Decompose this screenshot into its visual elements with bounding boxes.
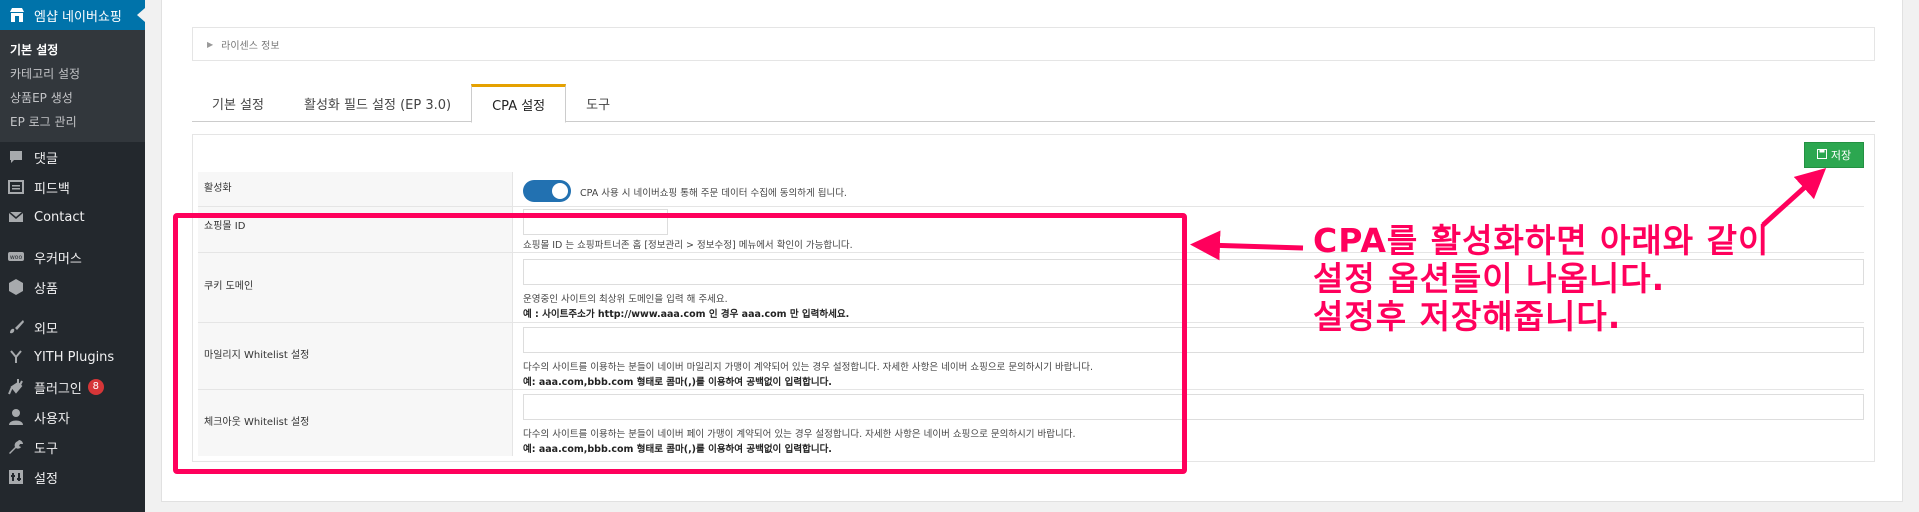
svg-text:woo: woo	[10, 254, 23, 261]
tab-cpa-settings[interactable]: CPA 설정	[471, 84, 567, 123]
activate-value: CPA 사용 시 네이버쇼핑 통해 주문 데이터 수집에 동의하게 됩니다.	[523, 172, 1864, 206]
tab-basic-settings[interactable]: 기본 설정	[192, 84, 284, 122]
brush-icon	[8, 319, 24, 335]
floppy-icon	[1816, 148, 1827, 162]
submenu-ep-log[interactable]: EP 로그 관리	[0, 110, 145, 134]
save-button[interactable]: 저장	[1804, 142, 1864, 168]
sidebar-header-label: 엠샵 네이버쇼핑	[34, 9, 122, 25]
plugin-icon	[8, 379, 24, 395]
sidebar-item-users[interactable]: 사용자	[0, 402, 145, 432]
sidebar-item-label: 외모	[34, 321, 58, 337]
sidebar-item-mshop-naver[interactable]: 엠샵 네이버쇼핑	[0, 0, 145, 30]
store-icon	[9, 8, 25, 22]
sidebar-item-tools[interactable]: 도구	[0, 432, 145, 462]
annotation-line-2: 설정 옵션들이 나옵니다.	[1313, 259, 1666, 298]
sidebar-item-label: 댓글	[34, 151, 58, 167]
user-icon	[8, 409, 24, 425]
tab-activation-fields[interactable]: 활성화 필드 설정 (EP 3.0)	[284, 84, 471, 122]
sidebar-item-label: 우커머스	[34, 251, 82, 267]
sidebar-item-label: 플러그인	[34, 381, 82, 397]
plugins-update-badge: 8	[87, 379, 104, 395]
sidebar-item-appearance[interactable]: 외모	[0, 312, 145, 342]
sidebar-item-products[interactable]: 상품	[0, 272, 145, 302]
sidebar-item-label: 상품	[34, 281, 58, 297]
settings-icon	[8, 469, 24, 485]
license-info-toggle[interactable]: ▶ 라이센스 정보	[192, 27, 1875, 61]
submenu-product-ep[interactable]: 상품EP 생성	[0, 86, 145, 110]
sidebar-item-label: YITH Plugins	[34, 349, 115, 365]
caret-right-icon: ▶	[207, 39, 214, 49]
sidebar-item-label: 설정	[34, 471, 58, 487]
feedback-icon	[8, 179, 24, 195]
wrench-icon	[8, 439, 24, 455]
woo-icon: woo	[8, 249, 24, 265]
submenu-basic-settings[interactable]: 기본 설정	[0, 38, 145, 62]
tab-tools[interactable]: 도구	[566, 84, 630, 122]
sidebar-item-label: Contact	[34, 209, 85, 225]
annotation-text: CPA를 활성화하면 아래와 같이 설정 옵션들이 나옵니다. 설정후 저장해줍…	[1313, 222, 1769, 336]
sidebar-item-label: 도구	[34, 441, 58, 457]
sidebar-item-yith[interactable]: YITH Plugins	[0, 342, 145, 372]
activate-description: CPA 사용 시 네이버쇼핑 통해 주문 데이터 수집에 동의하게 됩니다.	[580, 188, 847, 199]
sidebar-item-woocommerce[interactable]: woo 우커머스	[0, 242, 145, 272]
sidebar-item-comments[interactable]: 댓글	[0, 142, 145, 172]
submenu-category-settings[interactable]: 카테고리 설정	[0, 62, 145, 86]
sidebar-item-label: 피드백	[34, 181, 70, 197]
license-info-label: 라이센스 정보	[221, 40, 280, 52]
sidebar-item-settings[interactable]: 설정	[0, 462, 145, 492]
settings-tabs: 기본 설정 활성화 필드 설정 (EP 3.0) CPA 설정 도구	[192, 84, 1875, 123]
mail-icon	[8, 209, 24, 225]
sidebar-item-label: 사용자	[34, 411, 70, 427]
sidebar-item-plugins[interactable]: 플러그인 8	[0, 372, 145, 402]
sidebar-submenu: 기본 설정 카테고리 설정 상품EP 생성 EP 로그 관리	[0, 30, 145, 142]
annotation-line-3: 설정후 저장해줍니다.	[1313, 297, 1622, 336]
cpa-toggle[interactable]	[523, 180, 571, 202]
activate-label: 활성화	[198, 172, 513, 206]
yith-icon	[8, 349, 24, 365]
annotation-line-1: CPA를 활성화하면 아래와 같이	[1313, 221, 1770, 260]
save-button-label: 저장	[1830, 149, 1852, 162]
row-activate: 활성화 CPA 사용 시 네이버쇼핑 통해 주문 데이터 수집에 동의하게 됩니…	[198, 172, 1864, 207]
sidebar-item-contact[interactable]: Contact	[0, 202, 145, 232]
admin-sidebar: 엠샵 네이버쇼핑 기본 설정 카테고리 설정 상품EP 생성 EP 로그 관리 …	[0, 0, 145, 512]
sidebar-item-feedback[interactable]: 피드백	[0, 172, 145, 202]
box-icon	[8, 279, 24, 295]
highlight-box	[173, 213, 1187, 474]
comment-icon	[8, 149, 24, 165]
